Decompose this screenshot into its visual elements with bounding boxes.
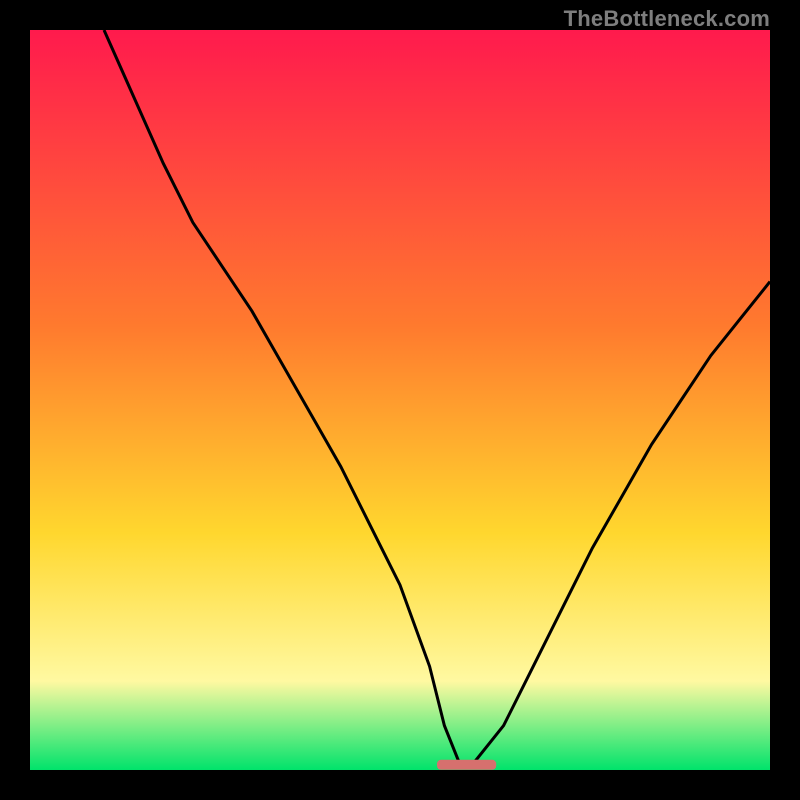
bottleneck-chart: [30, 30, 770, 770]
chart-frame: TheBottleneck.com: [0, 0, 800, 800]
gradient-background: [30, 30, 770, 770]
optimal-marker: [437, 760, 496, 770]
watermark-text: TheBottleneck.com: [564, 6, 770, 32]
